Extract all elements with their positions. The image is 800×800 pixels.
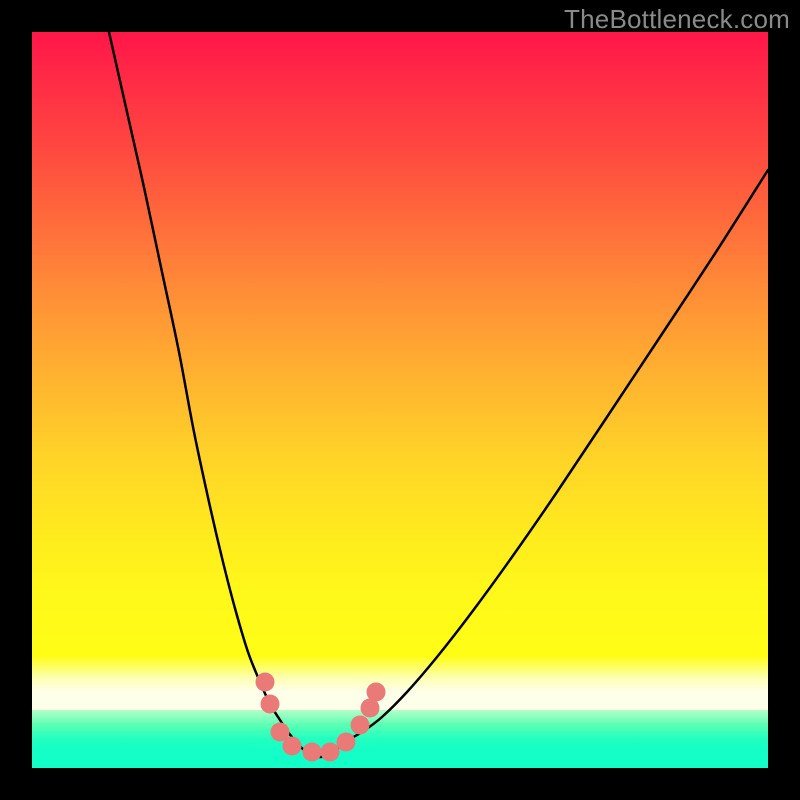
curve-right-branch: [344, 170, 768, 742]
watermark-text: TheBottleneck.com: [564, 4, 790, 35]
data-dot: [256, 673, 275, 692]
outer-frame: TheBottleneck.com: [0, 0, 800, 800]
data-dot: [303, 743, 322, 762]
data-dot: [261, 695, 280, 714]
data-dot: [367, 683, 386, 702]
plot-area: [32, 32, 768, 768]
data-dot: [337, 733, 356, 752]
data-dot: [283, 737, 302, 756]
chart-svg: [32, 32, 768, 768]
data-dot: [351, 716, 370, 735]
data-dot: [321, 743, 340, 762]
data-dots: [256, 673, 386, 762]
curve-group: [109, 32, 768, 757]
curve-left-branch: [109, 32, 296, 742]
